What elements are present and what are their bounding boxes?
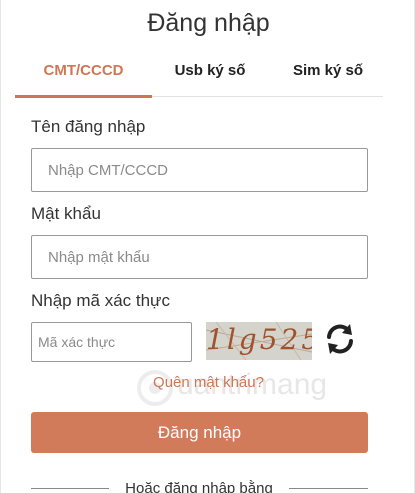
refresh-icon xyxy=(327,324,353,354)
password-input[interactable] xyxy=(31,235,368,279)
divider-right xyxy=(289,488,368,489)
forgot-password-link[interactable]: Quên mật khẩu? xyxy=(1,374,415,391)
tab-usb-ky-so[interactable]: Usb ký số xyxy=(160,52,260,97)
login-panel: Đăng nhập CMT/CCCD Usb ký số Sim ký số T… xyxy=(0,0,415,493)
password-label: Mật khẩu xyxy=(31,204,101,223)
captcha-input[interactable] xyxy=(31,322,192,362)
tab-sim-ky-so[interactable]: Sim ký số xyxy=(273,52,383,97)
alt-login-heading: Hoặc đăng nhập bằng xyxy=(125,480,273,493)
login-button[interactable]: Đăng nhập xyxy=(31,412,368,453)
divider-left xyxy=(31,488,109,489)
username-input[interactable] xyxy=(31,148,368,192)
captcha-image: 1lg525 xyxy=(206,322,312,360)
active-tab-indicator xyxy=(15,95,152,98)
login-tabs: CMT/CCCD Usb ký số Sim ký số xyxy=(15,52,383,98)
captcha-label: Nhập mã xác thực xyxy=(31,291,170,310)
refresh-captcha-button[interactable] xyxy=(324,322,356,356)
captcha-code: 1lg525 xyxy=(206,323,312,356)
page-title: Đăng nhập xyxy=(147,9,270,37)
username-label: Tên đăng nhập xyxy=(31,117,146,136)
tab-cmt-cccd[interactable]: CMT/CCCD xyxy=(15,52,152,97)
